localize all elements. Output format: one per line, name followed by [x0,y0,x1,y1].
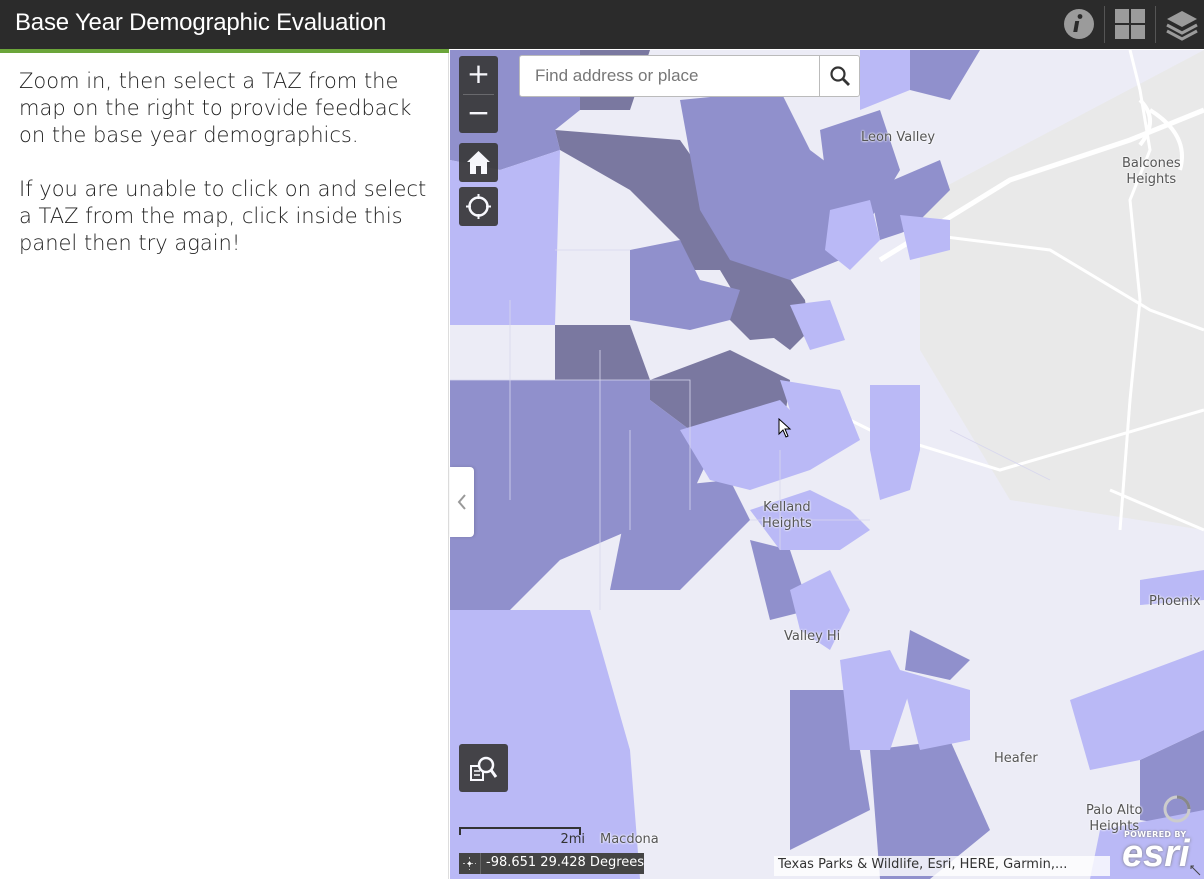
layers-icon [1166,11,1198,41]
scale-label: 2mi [560,832,585,847]
minus-icon: − [466,96,491,129]
place-label-valley-hi: Valley Hi [784,629,841,644]
resize-corner-icon [1190,865,1201,876]
grid-icon [1115,9,1145,39]
query-icon [470,756,498,781]
taz-choropleth-map[interactable] [450,50,1204,879]
zoom-out-button[interactable]: − [459,95,498,133]
place-label-kelland-heights: Kelland Heights [762,500,812,531]
home-button[interactable] [459,143,498,182]
esri-logo[interactable]: POWERED BY esri [1120,828,1200,876]
app-title: Base Year Demographic Evaluation [15,9,387,36]
collapse-panel-button[interactable] [450,467,474,537]
map-view[interactable]: Leon Valley Balcones Heights Kelland Hei… [450,50,1204,879]
home-icon [467,151,490,174]
search-icon [830,66,850,86]
coordinate-readout: -98.651 29.428 Degrees [486,855,645,870]
search-widget [519,55,860,97]
place-label-balcones-heights: Balcones Heights [1122,156,1181,187]
loading-spinner-icon [1163,795,1191,823]
zoom-controls: + − [459,56,498,133]
locate-icon [466,194,491,219]
coordinate-toggle-button[interactable] [459,853,481,874]
instructions-text: Zoom in, then select a TAZ from the map … [19,69,412,147]
chevron-left-icon [457,494,466,510]
help-text: If you are unable to click on and select… [19,177,427,255]
esri-brand: esri [1122,833,1190,875]
mouse-cursor-icon [778,418,792,438]
zoom-in-button[interactable]: + [459,56,498,94]
crosshair-icon [463,857,476,870]
info-button[interactable] [1054,0,1104,49]
map-attribution[interactable]: Texas Parks & Wildlife, Esri, HERE, Garm… [774,856,1110,876]
place-label-macdona: Macdona [600,832,659,847]
search-button[interactable] [819,56,859,96]
app-header: Base Year Demographic Evaluation [0,0,1204,49]
layers-button[interactable] [1156,0,1204,49]
place-label-phoenix: Phoenix [1149,594,1201,609]
place-label-leon-valley: Leon Valley [861,130,936,145]
coordinate-widget: -98.651 29.428 Degrees [459,853,644,874]
info-icon [1064,9,1094,39]
plus-icon: + [466,57,491,90]
query-button[interactable] [459,744,508,792]
place-label-heafer: Heafer [994,751,1038,766]
scale-bar: 2mi [459,827,585,849]
side-panel[interactable]: Zoom in, then select a TAZ from the map … [0,53,449,879]
locate-button[interactable] [459,187,498,226]
search-input[interactable] [521,57,817,95]
basemap-gallery-button[interactable] [1105,0,1155,49]
